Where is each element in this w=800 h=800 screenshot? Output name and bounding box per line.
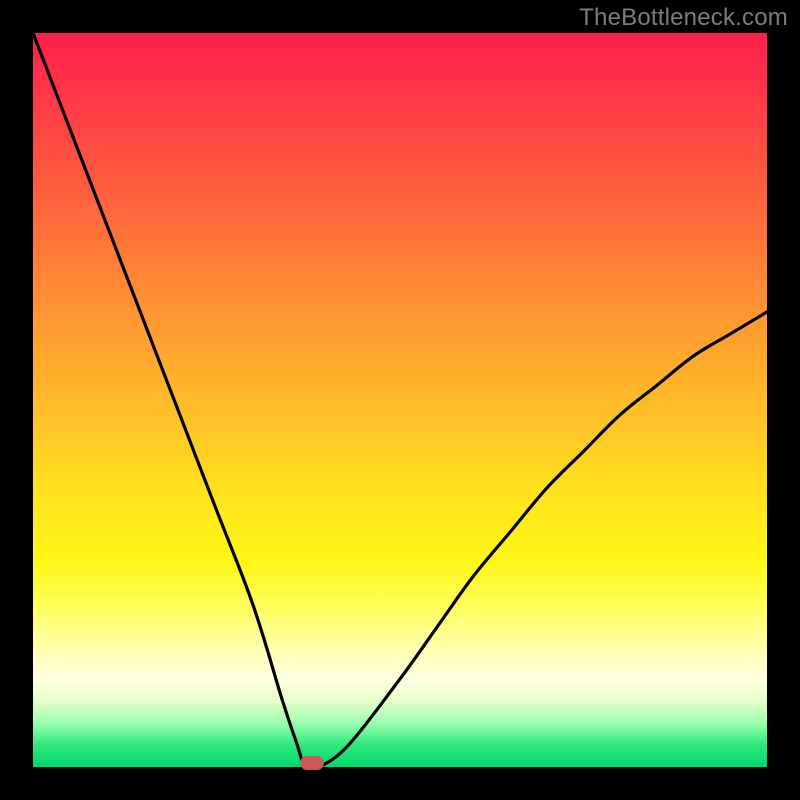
plot-area — [33, 33, 767, 767]
bottleneck-curve — [33, 33, 767, 767]
minimum-marker — [300, 756, 324, 770]
watermark-text: TheBottleneck.com — [579, 4, 788, 32]
chart-frame: TheBottleneck.com — [0, 0, 800, 800]
